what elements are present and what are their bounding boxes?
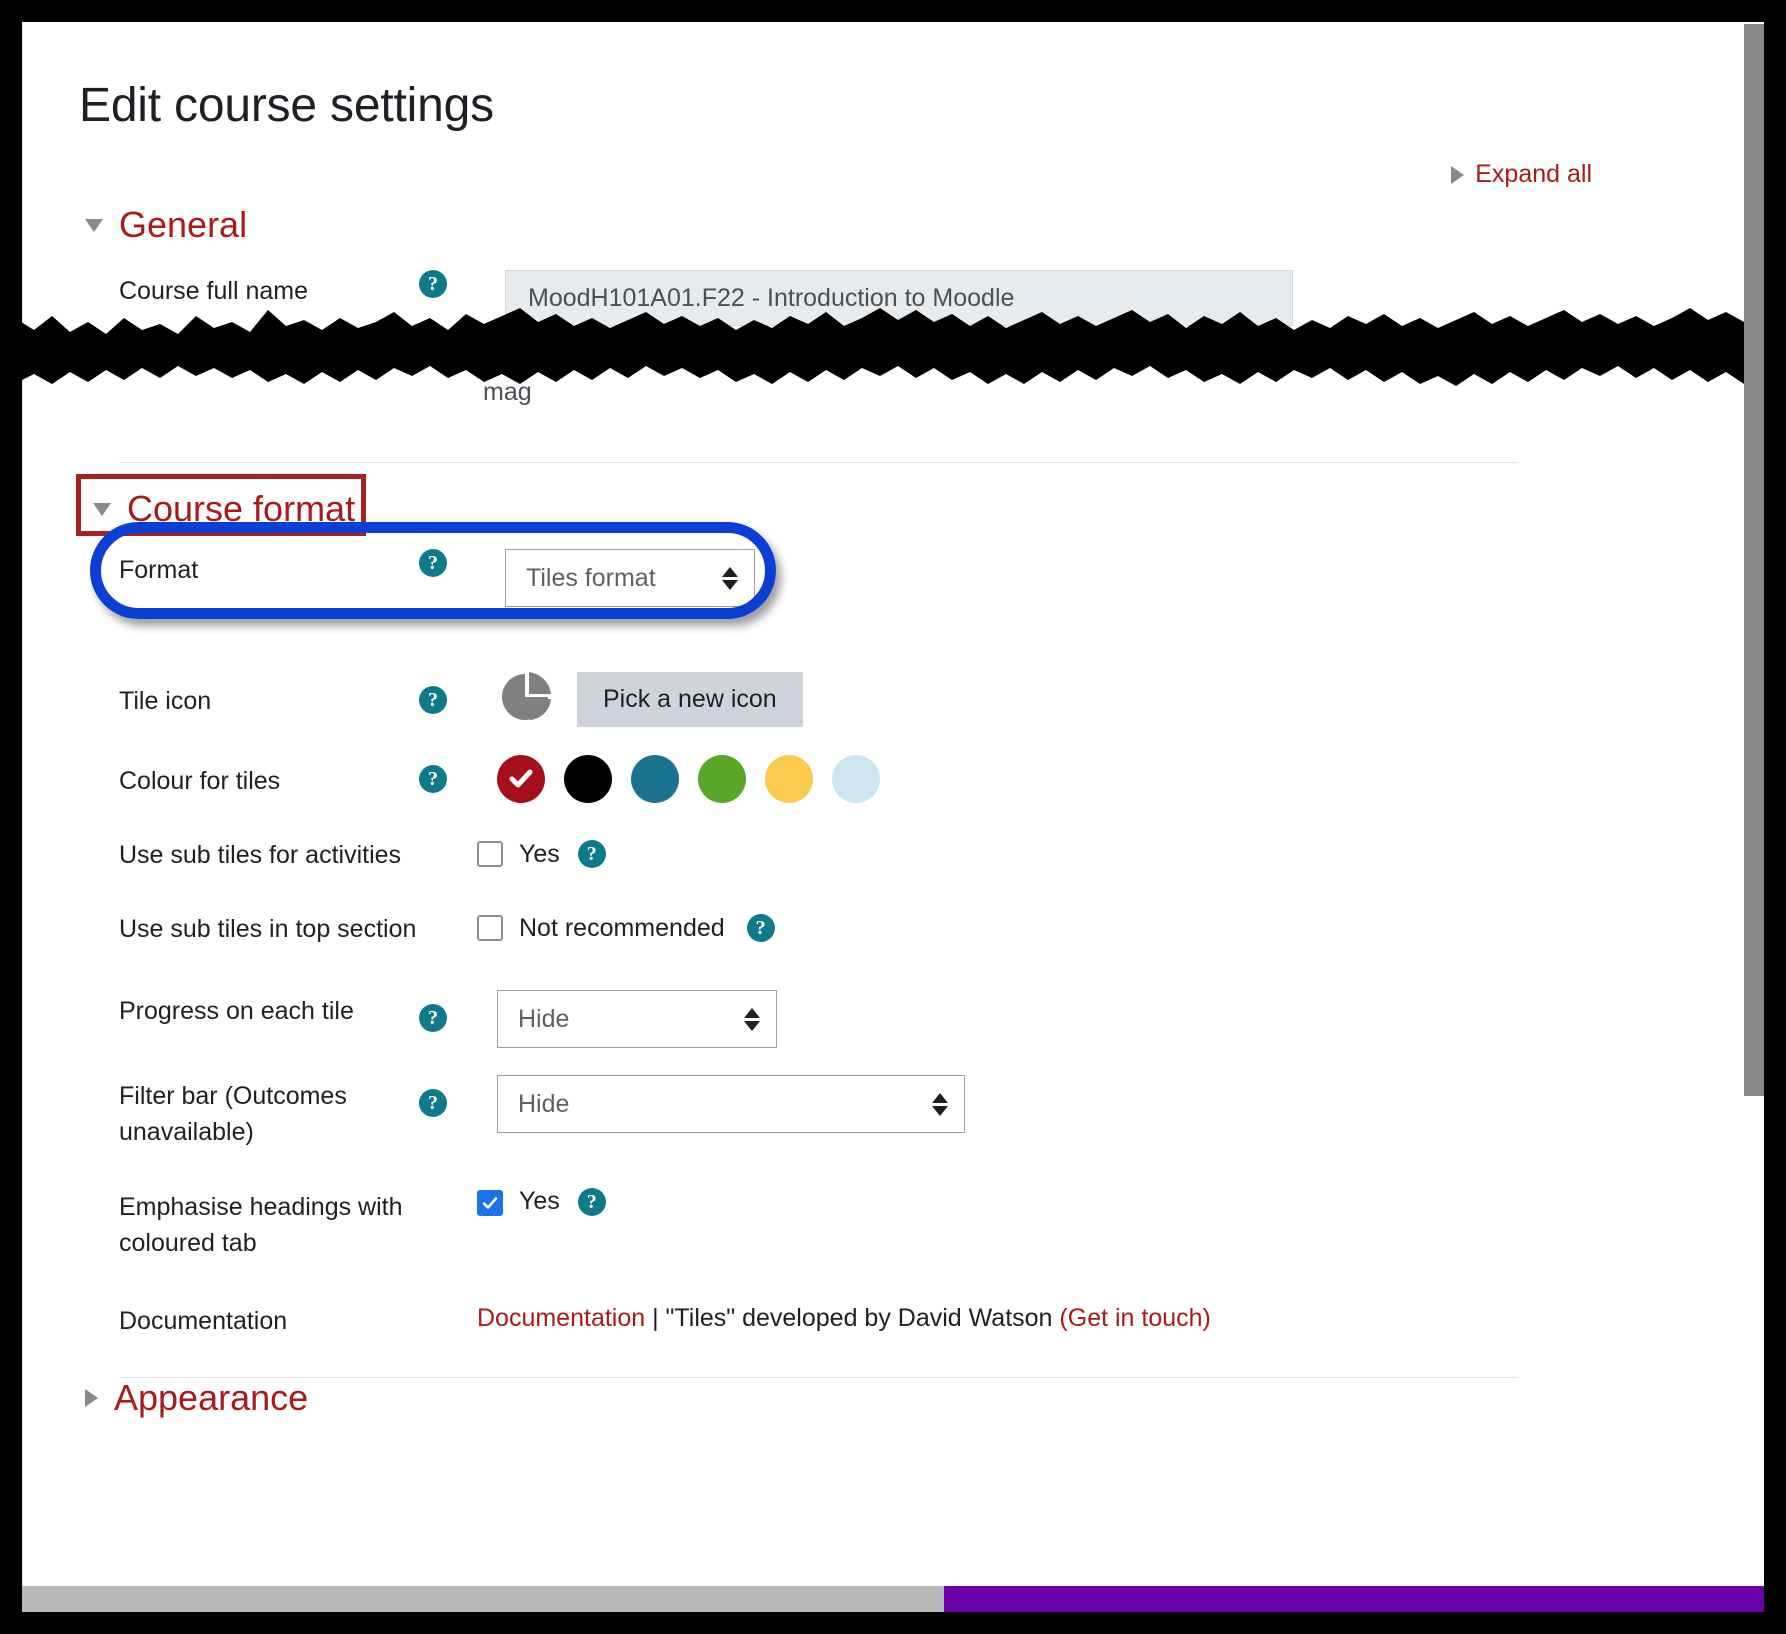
help-icon-filter-bar[interactable]: ? [419,1089,447,1117]
expand-all-label: Expand all [1475,160,1592,188]
select-progress-on-each-tile[interactable]: Hide [497,990,777,1048]
documentation-credit: "Tiles" developed by David Watson [665,1304,1060,1332]
label-course-full-name: Course full name [119,277,308,305]
pick-a-new-icon-button[interactable]: Pick a new icon [577,672,803,727]
redacted-partial-text: mag [483,378,532,406]
label-documentation: Documentation [119,1307,288,1335]
label-format: Format [119,556,199,584]
checkbox-use-sub-tiles-activities[interactable] [477,840,503,867]
check-icon [509,769,533,788]
check-icon [482,1197,498,1209]
chevron-right-icon [1451,165,1465,184]
section-header-general[interactable]: General [85,204,247,246]
help-icon-progress-on-each-tile[interactable]: ? [419,1004,447,1032]
documentation-link[interactable]: Documentation [477,1304,645,1332]
row-use-sub-tiles-top-section: Use sub tiles in top section Not recomme… [119,908,775,947]
colour-swatch-group [497,755,880,803]
select-filter-bar-value: Hide [518,1089,570,1118]
row-use-sub-tiles-activities: Use sub tiles for activities Yes ? [119,834,606,873]
row-colour-for-tiles: Colour for tiles ? [119,755,880,803]
colour-swatch-yellow[interactable] [765,755,813,803]
row-emphasise-headings: Emphasise headings with coloured tab Yes… [119,1186,606,1261]
browser-page: Edit course settings Expand all General … [22,22,1764,1590]
chevron-down-icon [85,218,103,232]
help-icon-emphasise-headings[interactable]: ? [577,1188,606,1216]
documentation-text: Documentation | "Tiles" developed by Dav… [477,1300,1211,1336]
section-label-appearance: Appearance [114,1377,309,1418]
row-documentation: Documentation Documentation | "Tiles" de… [119,1300,1211,1339]
colour-swatch-teal[interactable] [631,755,679,803]
label-colour-for-tiles: Colour for tiles [119,766,281,795]
help-icon-tile-icon[interactable]: ? [419,685,447,714]
help-icon-use-sub-tiles-top-section[interactable]: ? [746,913,775,942]
row-format: Format ? Tiles format [119,549,755,607]
select-progress-value: Hide [518,1004,570,1033]
checkbox-use-sub-tiles-top-section[interactable] [477,914,503,941]
help-icon-colour-for-tiles[interactable]: ? [419,765,447,793]
chevron-down-icon [93,502,111,516]
colour-swatch-green[interactable] [698,755,746,803]
colour-swatch-light-blue[interactable] [832,755,880,803]
section-header-course-format[interactable]: Course format [85,482,369,538]
vertical-scrollbar-thumb[interactable] [1744,24,1764,1096]
screenshot-root: Edit course settings Expand all General … [0,0,1786,1634]
sort-arrows-icon [932,1092,948,1116]
sort-arrows-icon [744,1007,760,1031]
colour-swatch-dark-red[interactable] [497,755,545,803]
label-use-sub-tiles-top-section: Use sub tiles in top section [119,915,417,943]
course-settings-form: Edit course settings Expand all General … [22,22,1722,1590]
checkbox-label-use-sub-tiles-top-section: Not recommended [519,913,725,942]
label-filter-bar: Filter bar (Outcomes unavailable) [119,1082,347,1146]
row-course-full-name: Course full name ? MoodH101A01.F22 - Int… [119,270,1293,326]
select-format-value: Tiles format [526,563,656,592]
label-use-sub-tiles-activities: Use sub tiles for activities [119,841,402,869]
checkbox-label-use-sub-tiles-activities: Yes [519,839,560,868]
sort-arrows-icon [722,566,738,590]
label-progress-on-each-tile: Progress on each tile [119,997,354,1025]
colour-swatch-black[interactable] [564,755,612,803]
page-title: Edit course settings [79,79,494,132]
row-progress-on-each-tile: Progress on each tile ? Hide [119,990,777,1048]
help-icon-format[interactable]: ? [419,549,447,577]
get-in-touch-link[interactable]: (Get in touch) [1059,1304,1210,1332]
divider-above-appearance [119,1377,1517,1378]
select-format[interactable]: Tiles format [505,549,755,607]
section-label-course-format: Course format [127,488,356,529]
help-icon-use-sub-tiles-activities[interactable]: ? [577,839,606,868]
pie-chart-icon [499,670,553,729]
horizontal-scrollbar-thumb[interactable] [944,1586,1764,1612]
chevron-right-icon [85,1389,98,1407]
documentation-separator: | [645,1304,666,1332]
checkbox-emphasise-headings[interactable] [477,1190,503,1216]
row-filter-bar: Filter bar (Outcomes unavailable) ? Hide [119,1075,965,1150]
help-icon-course-full-name[interactable]: ? [419,270,447,298]
section-header-appearance[interactable]: Appearance [85,1377,308,1419]
label-emphasise-headings: Emphasise headings with coloured tab [119,1193,403,1257]
label-tile-icon: Tile icon [119,687,212,715]
input-course-full-name[interactable]: MoodH101A01.F22 - Introduction to Moodle [505,270,1293,326]
expand-all-link[interactable]: Expand all [1451,160,1592,189]
row-tile-icon: Tile icon ? Pick a new icon [119,670,803,729]
checkbox-label-emphasise-headings: Yes [519,1187,560,1215]
select-filter-bar[interactable]: Hide [497,1075,965,1133]
divider-above-course-format [119,462,1517,463]
section-label-general: General [119,204,248,245]
